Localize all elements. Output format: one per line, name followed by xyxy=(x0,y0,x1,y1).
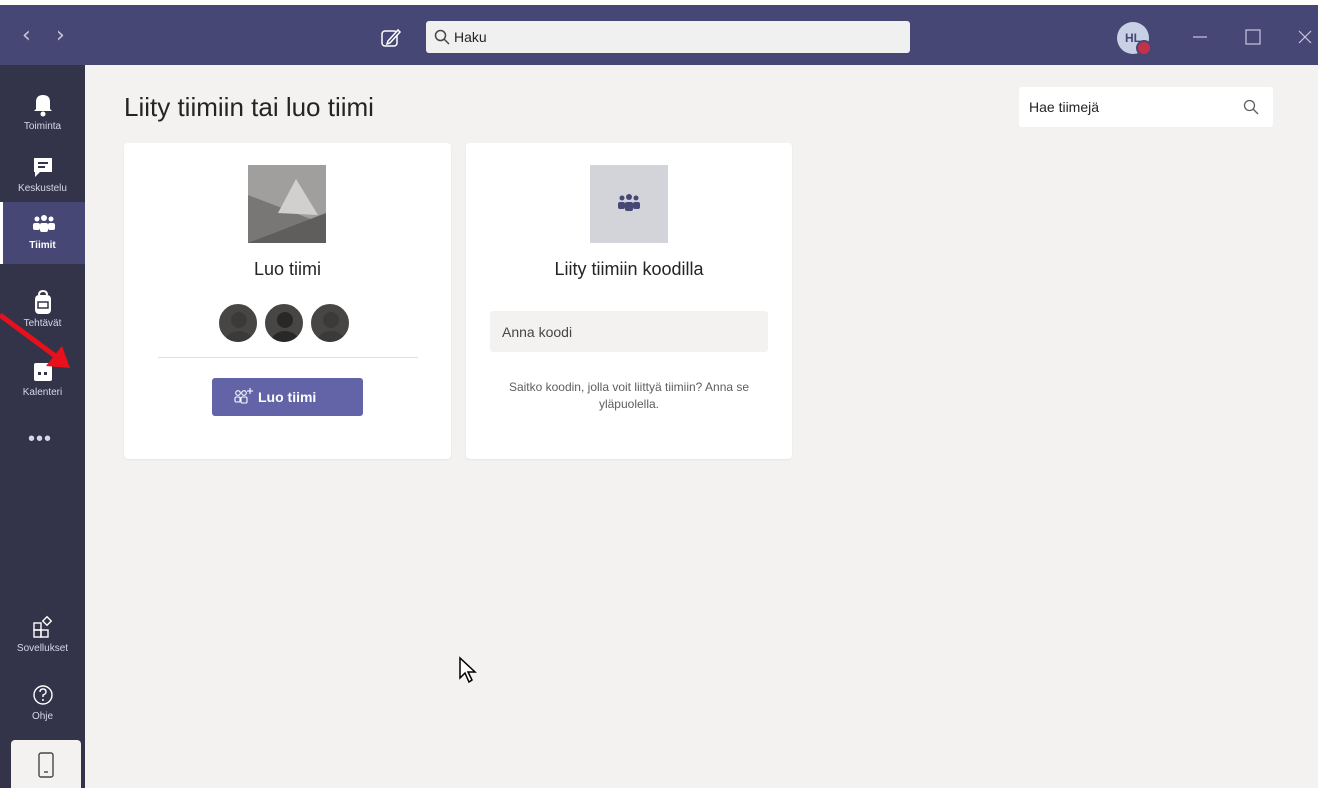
team-search-placeholder: Hae tiimejä xyxy=(1029,99,1100,115)
search-placeholder: Haku xyxy=(454,29,487,45)
maximize-icon[interactable] xyxy=(1241,25,1265,49)
forward-arrow-icon[interactable]: › xyxy=(56,23,65,48)
join-team-card: Liity tiimiin koodilla Anna koodi Saitko… xyxy=(466,143,792,459)
page-title: Liity tiimiin tai luo tiimi xyxy=(124,92,374,122)
member-avatar xyxy=(310,303,350,343)
rail-item-apps[interactable]: Sovellukset xyxy=(0,605,85,667)
team-tile xyxy=(590,165,668,243)
title-bar: ‹ › Haku HL xyxy=(0,0,1318,65)
teams-icon xyxy=(33,215,55,232)
rail-item-label: Toiminta xyxy=(23,121,62,132)
rail-item-label: Kalenteri xyxy=(22,387,63,398)
back-arrow-icon[interactable]: ‹ xyxy=(22,23,31,48)
search-icon xyxy=(1243,99,1259,115)
create-team-button[interactable]: Luo tiimi xyxy=(212,378,363,416)
rail-item-help[interactable]: Ohje xyxy=(0,673,85,735)
member-avatar xyxy=(218,303,258,343)
create-team-button-label: Luo tiimi xyxy=(258,389,317,405)
member-avatars xyxy=(218,303,358,343)
divider xyxy=(158,357,418,358)
rail-item-teams[interactable]: Tiimit xyxy=(0,202,85,264)
create-team-title: Luo tiimi xyxy=(253,259,322,279)
rail-item-label: Tiimit xyxy=(29,240,56,251)
join-hint-text: Saitko koodin, jolla voit liittyä tiimii… xyxy=(508,380,750,411)
rail-item-activity[interactable]: Toiminta xyxy=(0,83,85,145)
join-team-title: Liity tiimiin koodilla xyxy=(554,259,704,279)
annotation-arrow-icon xyxy=(0,312,70,368)
user-avatar[interactable]: HL xyxy=(1117,22,1152,56)
team-search-input[interactable]: Hae tiimejä xyxy=(1019,87,1273,127)
teams-icon xyxy=(618,194,640,211)
rail-item-chat[interactable]: Keskustelu xyxy=(0,145,85,207)
more-apps-icon[interactable]: ••• xyxy=(28,428,52,451)
add-people-icon xyxy=(234,388,253,404)
search-box[interactable]: Haku xyxy=(426,21,910,53)
rail-item-label: Keskustelu xyxy=(18,183,67,194)
create-team-card: Luo tiimi Luo tiimi xyxy=(124,143,451,459)
minimize-icon[interactable] xyxy=(1188,25,1212,49)
mouse-cursor-icon xyxy=(459,656,477,684)
team-code-placeholder: Anna koodi xyxy=(502,324,573,340)
presence-busy-icon xyxy=(1136,40,1152,56)
chat-icon xyxy=(34,158,52,177)
compose-icon[interactable] xyxy=(378,25,404,51)
rail-item-label: Ohje xyxy=(31,711,54,722)
apps-icon xyxy=(33,615,53,638)
download-mobile-app-button[interactable] xyxy=(11,740,81,788)
help-icon xyxy=(33,685,53,705)
team-image-placeholder xyxy=(248,165,326,243)
search-icon xyxy=(434,29,450,45)
member-avatar xyxy=(264,303,304,343)
close-icon[interactable] xyxy=(1293,25,1317,49)
team-code-input[interactable]: Anna koodi xyxy=(490,311,768,352)
bell-icon xyxy=(34,95,52,117)
app-rail: Toiminta Keskustelu Tiimit Tehtävät Kale… xyxy=(0,65,85,788)
rail-item-label: Sovellukset xyxy=(16,643,69,654)
mobile-device-icon xyxy=(38,752,54,778)
